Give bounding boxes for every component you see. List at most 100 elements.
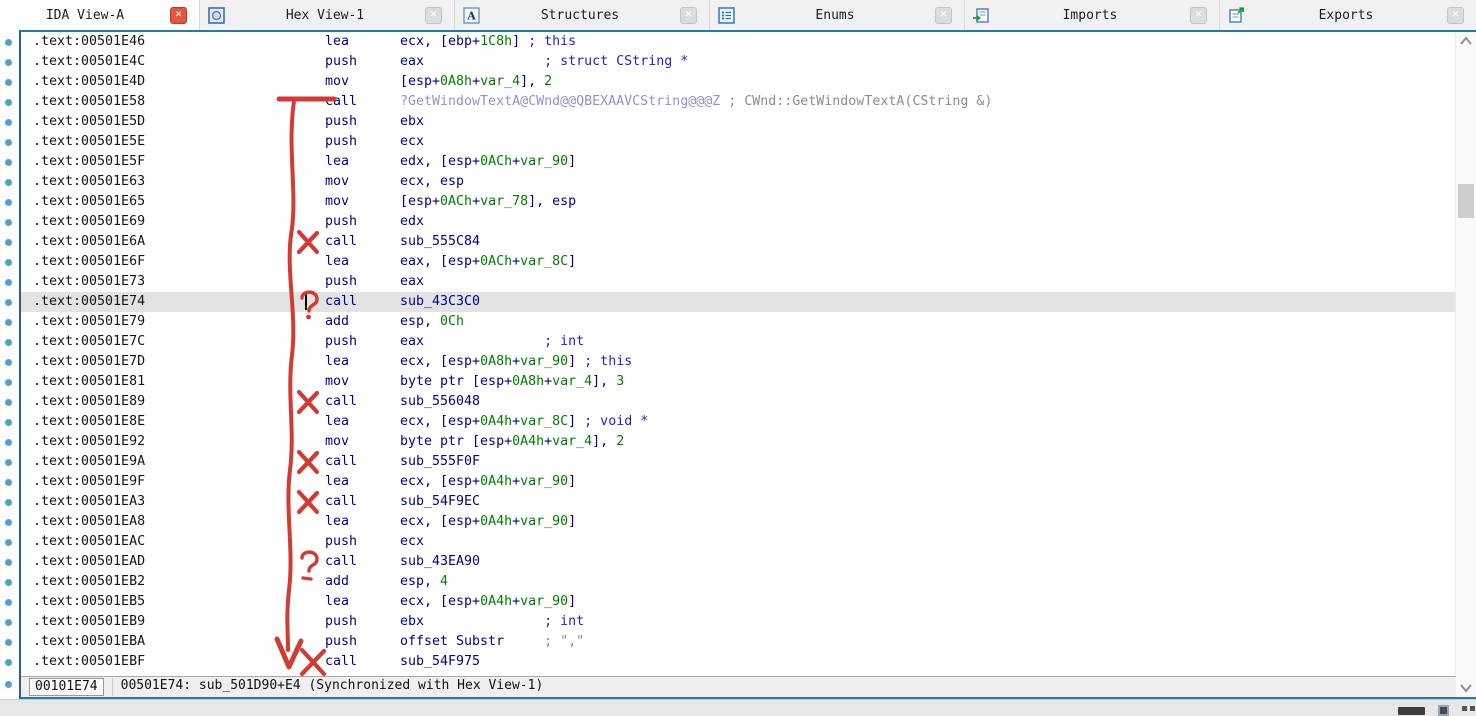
operands: eax xyxy=(400,274,424,289)
tab-label: Hex View-1 xyxy=(225,8,425,23)
line-mark-dot xyxy=(5,39,12,46)
disasm-line[interactable]: .text:00501EACpushecx xyxy=(21,532,1456,552)
line-mark-dot xyxy=(5,59,12,66)
tab-enums[interactable]: Enums ✕ xyxy=(710,0,965,30)
disasm-line[interactable]: .text:00501E89callsub_556048 xyxy=(21,392,1456,412)
disasm-line[interactable]: .text:00501E4Cpusheax ; struct CString * xyxy=(21,52,1456,72)
disasm-line[interactable]: .text:00501EBApushoffset Substr ; "," xyxy=(21,632,1456,652)
line-mark-dot xyxy=(5,559,12,566)
disasm-line[interactable]: .text:00501E8Eleaecx, [esp+0A4h+var_8C] … xyxy=(21,412,1456,432)
disasm-line[interactable]: .text:00501E6Acallsub_555C84 xyxy=(21,232,1456,252)
line-mark-dot xyxy=(5,399,12,406)
disasm-line[interactable]: .text:00501E5Fleaedx, [esp+0ACh+var_90] xyxy=(21,152,1456,172)
disasm-line[interactable]: .text:00501E74callsub_43C3C0 xyxy=(21,292,1456,312)
address: .text:00501E46 xyxy=(33,32,325,52)
mnemonic: lea xyxy=(325,412,400,432)
tab-ida-view-a[interactable]: IDA View-A ✕ xyxy=(0,0,200,30)
mnemonic: mov xyxy=(325,172,400,192)
mnemonic: call xyxy=(325,92,400,112)
address: .text:00501E74 xyxy=(33,292,325,312)
chevron-down-icon xyxy=(1459,683,1473,693)
tab-structures[interactable]: A Structures ✕ xyxy=(455,0,710,30)
disasm-line[interactable]: .text:00501E65mov[esp+0ACh+var_78], esp xyxy=(21,192,1456,212)
mnemonic: call xyxy=(325,232,400,252)
line-mark-dot xyxy=(5,219,12,226)
mnemonic: lea xyxy=(325,352,400,372)
scroll-up-button[interactable] xyxy=(1456,32,1476,50)
operands: eax ; int xyxy=(400,334,584,349)
exports-icon xyxy=(1228,7,1245,24)
disasm-line[interactable]: .text:00501E5Dpushebx xyxy=(21,112,1456,132)
hex-view-icon xyxy=(208,7,225,24)
line-mark-dot xyxy=(5,359,12,366)
address: .text:00501E5D xyxy=(33,112,325,132)
address: .text:00501E6F xyxy=(33,252,325,272)
disasm-line[interactable]: .text:00501E46leaecx, [ebp+1C8h] ; this xyxy=(21,32,1456,52)
operands: eax, [esp+0ACh+var_8C] xyxy=(400,254,576,269)
disasm-line[interactable]: .text:00501E69pushedx xyxy=(21,212,1456,232)
operands: sub_555F0F xyxy=(400,454,480,469)
close-icon[interactable]: ✕ xyxy=(425,7,442,24)
disasm-line[interactable]: .text:00501E58call?GetWindowTextA@CWnd@@… xyxy=(21,92,1456,112)
disasm-line[interactable]: .text:00501E9Fleaecx, [esp+0A4h+var_90] xyxy=(21,472,1456,492)
line-mark-dot xyxy=(5,299,12,306)
tab-imports[interactable]: Imports ✕ xyxy=(965,0,1220,30)
disasm-line[interactable]: .text:00501E63movecx, esp xyxy=(21,172,1456,192)
close-icon[interactable]: ✕ xyxy=(1190,7,1207,24)
line-mark-dot xyxy=(5,619,12,626)
disasm-line[interactable]: .text:00501E81movbyte ptr [esp+0A8h+var_… xyxy=(21,372,1456,392)
close-icon[interactable]: ✕ xyxy=(935,7,952,24)
operands: byte ptr [esp+0A8h+var_4], 3 xyxy=(400,374,624,389)
close-icon[interactable]: ✕ xyxy=(1447,7,1464,24)
scroll-down-button[interactable] xyxy=(1456,679,1476,697)
line-mark-dot xyxy=(5,599,12,606)
address: .text:00501EBA xyxy=(33,632,325,652)
line-mark-dot xyxy=(5,159,12,166)
operands: ecx xyxy=(400,134,424,149)
line-mark-dot xyxy=(5,79,12,86)
line-mark-dot xyxy=(5,119,12,126)
address: .text:00501E65 xyxy=(33,192,325,212)
taskbar-icon xyxy=(1462,706,1467,711)
address: .text:00501E7D xyxy=(33,352,325,372)
disasm-line[interactable]: .text:00501EB9pushebx ; int xyxy=(21,612,1456,632)
disasm-line[interactable]: .text:00501E73pusheax xyxy=(21,272,1456,292)
mnemonic: call xyxy=(325,292,400,312)
operands: sub_556048 xyxy=(400,394,480,409)
disasm-line[interactable]: .text:00501EA8leaecx, [esp+0A4h+var_90] xyxy=(21,512,1456,532)
close-icon[interactable]: ✕ xyxy=(170,7,187,24)
disasm-line[interactable]: .text:00501E6Fleaeax, [esp+0ACh+var_8C] xyxy=(21,252,1456,272)
close-icon[interactable]: ✕ xyxy=(680,7,697,24)
operands: ecx, [esp+0A4h+var_90] xyxy=(400,594,576,609)
disasm-line[interactable]: .text:00501E4Dmov[esp+0A8h+var_4], 2 xyxy=(21,72,1456,92)
address: .text:00501E81 xyxy=(33,372,325,392)
tab-exports[interactable]: Exports ✕ xyxy=(1220,0,1476,30)
disasm-line[interactable]: .text:00501E79addesp, 0Ch xyxy=(21,312,1456,332)
address: .text:00501E6A xyxy=(33,232,325,252)
disasm-line[interactable]: .text:00501EB2addesp, 4 xyxy=(21,572,1456,592)
disasm-line[interactable]: .text:00501EA3callsub_54F9EC xyxy=(21,492,1456,512)
disasm-line[interactable]: .text:00501EADcallsub_43EA90 xyxy=(21,552,1456,572)
address: .text:00501E4D xyxy=(33,72,325,92)
disasm-line[interactable]: .text:00501E9Acallsub_555F0F xyxy=(21,452,1456,472)
scrollbar-thumb[interactable] xyxy=(1458,184,1474,218)
tab-hex-view-1[interactable]: Hex View-1 ✕ xyxy=(200,0,455,30)
view-status-bar: 00101E74 00501E74: sub_501D90+E4 (Synchr… xyxy=(21,676,1456,697)
disasm-line[interactable]: .text:00501E5Epushecx xyxy=(21,132,1456,152)
disasm-line[interactable]: .text:00501EB5leaecx, [esp+0A4h+var_90] xyxy=(21,592,1456,612)
address: .text:00501E9F xyxy=(33,472,325,492)
address: .text:00501E7C xyxy=(33,332,325,352)
mnemonic: push xyxy=(325,52,400,72)
operands: sub_555C84 xyxy=(400,234,480,249)
address: .text:00501E89 xyxy=(33,392,325,412)
address: .text:00501E79 xyxy=(33,312,325,332)
disasm-line[interactable]: .text:00501E7Dleaecx, [esp+0A8h+var_90] … xyxy=(21,352,1456,372)
vertical-scrollbar[interactable] xyxy=(1455,32,1476,697)
address: .text:00501E8E xyxy=(33,412,325,432)
disasm-line[interactable]: .text:00501E92movbyte ptr [esp+0A4h+var_… xyxy=(21,432,1456,452)
disasm-line[interactable]: .text:00501EBFcallsub_54F975 xyxy=(21,652,1456,672)
operands: ecx, [ebp+1C8h] ; this xyxy=(400,34,576,49)
disasm-line[interactable]: .text:00501E7Cpusheax ; int xyxy=(21,332,1456,352)
text-cursor xyxy=(305,294,307,310)
operands: ecx, [esp+0A4h+var_90] xyxy=(400,514,576,529)
